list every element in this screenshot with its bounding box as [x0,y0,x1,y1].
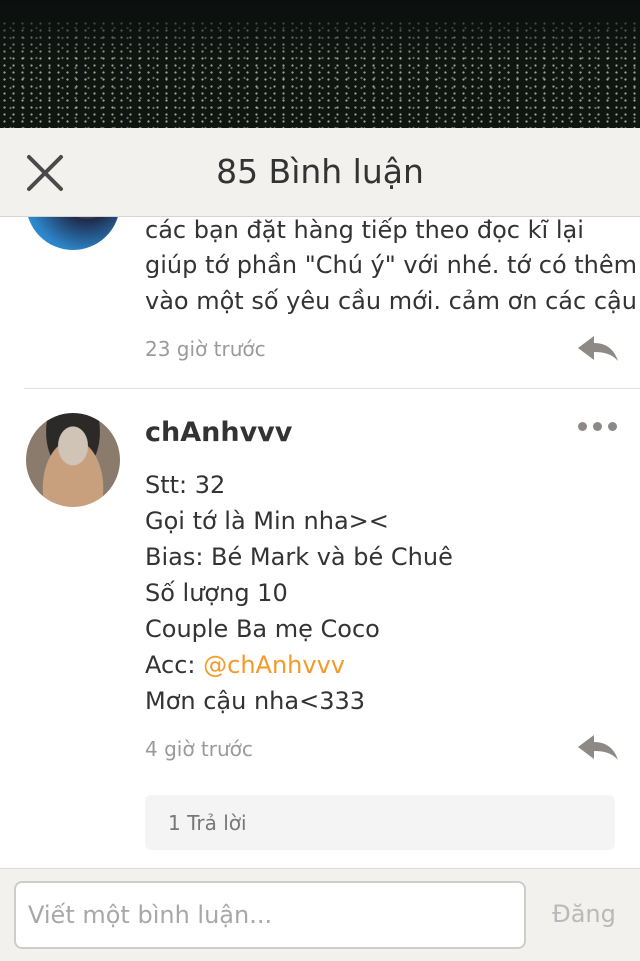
background-photo [0,0,640,128]
comment-username[interactable]: chAnhvvv [145,415,292,451]
comment-text-line: giúp tớ phần "Chú ý" với nhé. tớ có thêm [145,251,638,279]
user-mention-link[interactable]: @chAnhvvv [203,651,345,679]
comment-divider [24,388,640,389]
acc-label: Acc: [145,651,196,679]
comment-list[interactable]: các bạn đặt hàng tiếp theo đọc kĩ lại gi… [0,217,640,867]
comment-composer: Đăng [0,868,640,961]
reply-icon[interactable] [576,733,620,763]
page-title: 85 Bình luận [216,152,424,191]
more-options-icon [578,422,587,431]
comment-text-line: vào một số yêu cầu mới. cảm ơn các cậu [145,287,637,315]
replies-count-label: 1 Trả lời [168,811,247,835]
comment-text-line: Mơn cậu nha<333 [145,687,366,715]
reply-icon[interactable] [576,334,620,364]
post-button[interactable]: Đăng [542,897,626,931]
comment-text-line: Stt: 32 [145,471,226,499]
comment-timestamp: 4 giờ trước [145,737,253,761]
comment-text-line: Số lượng 10 [145,579,288,607]
comment-text-line: Couple Ba mẹ Coco [145,615,380,643]
comment-text-line: Bias: Bé Mark và bé Chuê [145,543,453,571]
avatar[interactable] [26,217,120,250]
comment-text-line: các bạn đặt hàng tiếp theo đọc kĩ lại [145,217,584,244]
comment-text-line: Acc: @chAnhvvv [145,647,345,683]
comment-text-line: Gọi tớ là Min nha>< [145,507,389,535]
comment-timestamp: 23 giờ trước [145,337,266,361]
more-options-button[interactable] [578,419,618,433]
avatar[interactable] [26,413,120,507]
view-replies-button[interactable]: 1 Trả lời [145,795,615,850]
comment-input[interactable] [14,881,526,949]
comments-header: 85 Bình luận [0,128,640,217]
